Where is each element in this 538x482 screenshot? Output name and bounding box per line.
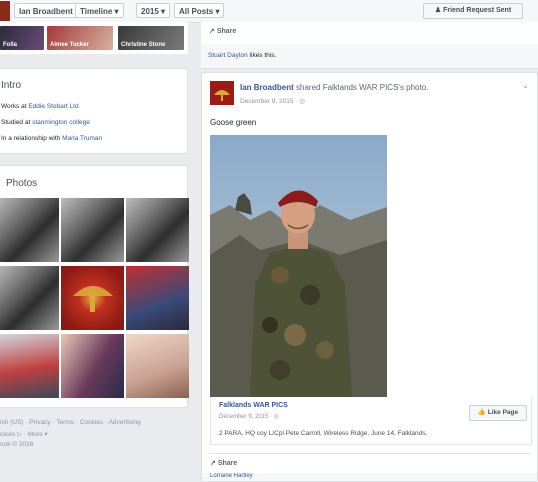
post-options-chevron-icon[interactable]: ⌄ xyxy=(522,81,529,90)
photo-thumbnail[interactable] xyxy=(61,334,124,398)
photos-title: Photos xyxy=(6,178,38,189)
intro-row-text: Works at xyxy=(1,103,29,110)
footer-links[interactable]: ish (US) · Privacy · Terms · Cookies · A… xyxy=(0,419,141,426)
post-filter-dropdown[interactable]: All Posts ▾ xyxy=(174,3,225,18)
photos-card: Photos xyxy=(0,165,189,408)
intro-relationship-row: In a relationship with Marla Truman xyxy=(1,135,102,142)
author-link[interactable]: Ian Broadbent xyxy=(240,83,294,92)
friend-thumbnail[interactable]: Christine Stone xyxy=(118,26,184,50)
shared-date: December 9, 2015 · ◎ xyxy=(219,414,279,420)
year-dropdown[interactable]: 2015 ▾ xyxy=(136,3,171,18)
intro-card: Intro Works at Eddie Stobart Ltd Studied… xyxy=(0,68,188,154)
photo-thumbnail[interactable] xyxy=(61,198,124,262)
shared-page-attachment: Falklands WAR PICS December 9, 2015 · ◎ … xyxy=(210,397,532,445)
shared-text: shared Falklands WAR PICS's photo. xyxy=(293,83,429,92)
thumbs-up-icon: 👍 xyxy=(477,409,486,416)
like-page-label: Like Page xyxy=(487,409,519,416)
profile-avatar-thumbnail[interactable] xyxy=(0,1,10,21)
likes-text: likes this. xyxy=(247,52,277,59)
chevron-down-icon: ▾ xyxy=(114,7,119,16)
intro-row-text: Studied at xyxy=(1,119,33,126)
friend-request-label: Friend Request Sent xyxy=(443,7,512,14)
intro-work-link[interactable]: Eddie Stobart Ltd xyxy=(28,103,78,110)
intro-work-row: Works at Eddie Stobart Ltd xyxy=(1,103,79,110)
share-button[interactable]: ↗ Share xyxy=(209,27,236,35)
intro-relationship-link[interactable]: Marla Truman xyxy=(62,135,102,142)
parachute-badge-icon xyxy=(73,286,113,312)
chevron-down-icon: ▾ xyxy=(161,7,166,16)
author-avatar[interactable] xyxy=(210,81,234,105)
photo-thumbnail[interactable] xyxy=(126,266,189,330)
footer-copyright: ook © 2016 xyxy=(0,441,34,448)
share-icon: ↗ xyxy=(209,28,215,35)
post-timestamp[interactable]: December 9, 2015 · ◎ xyxy=(240,97,305,105)
friends-strip: Folla Aimee Tucker Christine Stone xyxy=(0,22,188,54)
comment-preview: Lorraine Hartley xyxy=(202,473,537,481)
friend-request-sent-button[interactable]: ♟ Friend Request Sent xyxy=(423,3,523,19)
profile-name-label: Ian Broadbent xyxy=(19,7,73,16)
shared-photo[interactable] xyxy=(210,135,387,397)
friend-name: Christine Stone xyxy=(121,42,166,48)
share-button[interactable]: ↗ Share xyxy=(210,459,237,467)
intro-education-row: Studied at stanmington college xyxy=(1,119,90,126)
friend-name: Folla xyxy=(3,42,18,48)
timeline-dropdown[interactable]: Timeline ▾ xyxy=(75,3,124,18)
timeline-navbar: Ian Broadbent Timeline ▾ 2015 ▾ All Post… xyxy=(0,0,538,23)
profile-name-button[interactable]: Ian Broadbent xyxy=(14,3,78,18)
chevron-down-icon: ▾ xyxy=(215,7,220,16)
comment-author-link[interactable]: Lorraine Hartley xyxy=(210,473,253,479)
author-avatar-image xyxy=(210,81,234,105)
post-message: Goose green xyxy=(210,118,257,127)
intro-title: Intro xyxy=(1,80,22,91)
photo-thumbnail[interactable] xyxy=(126,334,189,398)
divider xyxy=(210,453,530,454)
photo-thumbnail[interactable] xyxy=(126,198,189,262)
intro-row-text: In a relationship with xyxy=(1,135,63,142)
footer-more-links[interactable]: oices ▷ · More ▾ xyxy=(0,430,48,438)
shared-caption: 2 PARA, HQ coy L/Cpl Pete Carroll, Wirel… xyxy=(219,430,428,437)
shared-photo-post: Ian Broadbent shared Falklands WAR PICS'… xyxy=(201,72,538,482)
share-icon: ↗ xyxy=(210,460,216,467)
liker-link[interactable]: Stuart Dayton xyxy=(208,52,248,59)
friend-thumbnail[interactable]: Aimee Tucker xyxy=(47,26,113,50)
share-label: Share xyxy=(217,460,238,467)
year-label: 2015 xyxy=(141,7,159,16)
post-date: December 9, 2015 · xyxy=(240,98,300,105)
photo-thumbnail[interactable] xyxy=(0,266,59,330)
previous-post-footer: ↗ Share Stuart Dayton likes this. xyxy=(201,22,538,69)
shared-page-link[interactable]: Falklands WAR PICS xyxy=(219,402,288,409)
friend-name: Aimee Tucker xyxy=(50,42,89,48)
soldier-photo xyxy=(210,135,387,397)
like-page-button[interactable]: 👍 Like Page xyxy=(469,405,527,421)
add-friend-icon: ♟ xyxy=(434,7,442,14)
photo-thumbnail[interactable] xyxy=(0,198,59,262)
photo-thumbnail[interactable] xyxy=(0,334,59,398)
post-header: Ian Broadbent shared Falklands WAR PICS'… xyxy=(240,83,428,92)
photo-thumbnail[interactable] xyxy=(61,266,124,330)
timeline-label: Timeline xyxy=(80,7,113,16)
intro-education-link[interactable]: stanmington college xyxy=(32,119,90,126)
post-filter-label: All Posts xyxy=(179,7,214,16)
likes-row: Stuart Dayton likes this. xyxy=(201,44,538,68)
friend-thumbnail[interactable]: Folla xyxy=(0,26,44,50)
share-label: Share xyxy=(216,28,237,35)
globe-icon: ◎ xyxy=(299,98,305,105)
